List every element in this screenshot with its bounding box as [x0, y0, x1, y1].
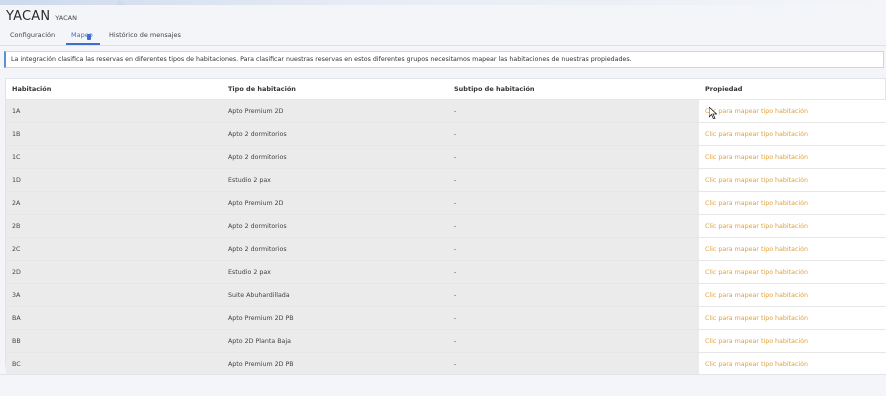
cell-property: Clic para mapear tipo habitación: [699, 237, 886, 261]
column-header-subtipo: Subtipo de habitación: [454, 85, 535, 93]
map-property-link[interactable]: Clic para mapear tipo habitación: [705, 292, 808, 299]
map-property-link[interactable]: Clic para mapear tipo habitación: [705, 131, 808, 138]
cell-property: Clic para mapear tipo habitación: [699, 329, 886, 353]
cell-room-subtype: -: [448, 168, 699, 192]
cell-room: 1B: [6, 122, 222, 146]
page-title-main: YACAN: [6, 9, 51, 24]
cell-room-subtype: -: [448, 99, 699, 123]
cell-room-type: Apto 2 dormitorios: [222, 214, 448, 238]
cell-room: 2C: [6, 237, 222, 261]
cell-room: BB: [6, 329, 222, 353]
table-row: 2B Apto 2 dormitorios - Clic para mapear ti…: [6, 214, 886, 238]
map-property-link[interactable]: Clic para mapear tipo habitación: [705, 315, 808, 322]
info-banner: La integración clasifica las reservas en…: [4, 51, 884, 68]
table-row: 1C Apto 2 dormitorios - Clic para mapear ti…: [6, 145, 886, 169]
top-banner: [0, 0, 886, 5]
cell-room-subtype: -: [448, 191, 699, 215]
cell-room-type: Apto 2D Planta Baja: [222, 329, 448, 353]
page-title-sub: YACAN: [55, 14, 77, 22]
cell-property: Clic para mapear tipo habitación: [699, 99, 886, 123]
cell-property: Clic para mapear tipo habitación: [699, 260, 886, 284]
cell-property: Clic para mapear tipo habitación: [699, 168, 886, 192]
tab-historico-mensajes[interactable]: Histórico de mensajes: [109, 31, 181, 39]
cell-room-subtype: -: [448, 329, 699, 353]
cell-room: BA: [6, 306, 222, 330]
cell-room: 2A: [6, 191, 222, 215]
cell-property: Clic para mapear tipo habitación: [699, 191, 886, 215]
cell-property: Clic para mapear tipo habitación: [699, 214, 886, 238]
column-header-tipo: Tipo de habitación: [228, 85, 296, 93]
cell-room-type: Apto 2 dormitorios: [222, 237, 448, 261]
cell-room-subtype: -: [448, 283, 699, 307]
table-row: 2D Estudio 2 pax - Clic para mapear tipo ha…: [6, 260, 886, 284]
cell-room-type: Apto Premium 2D: [222, 99, 448, 123]
cell-room-subtype: -: [448, 352, 699, 375]
mouse-pointer-icon: [709, 107, 717, 119]
table-row: 1A Apto Premium 2D - Clic para mapear tipo …: [6, 99, 886, 123]
cell-property: Clic para mapear tipo habitación: [699, 283, 886, 307]
cell-room-subtype: -: [448, 214, 699, 238]
cell-room-subtype: -: [448, 260, 699, 284]
column-header-propiedad: Propiedad: [705, 85, 743, 93]
map-property-link[interactable]: Clic para mapear tipo habitación: [705, 361, 808, 368]
table-row: BC Apto Premium 2D PB - Clic para mapear ti…: [6, 352, 886, 375]
table-row: BB Apto 2D Planta Baja - Clic para mapear t…: [6, 329, 886, 353]
cell-room: 3A: [6, 283, 222, 307]
table-row: BA Apto Premium 2D PB - Clic para mapear ti…: [6, 306, 886, 330]
cell-room: 2B: [6, 214, 222, 238]
column-header-habitacion: Habitación: [12, 85, 52, 93]
active-tab-indicator: [66, 43, 100, 45]
cell-room: BC: [6, 352, 222, 375]
table-header-row: Habitación Tipo de habitación Subtipo de…: [6, 79, 886, 100]
table-row: 1B Apto 2 dormitorios - Clic para mapear ti…: [6, 122, 886, 146]
footer-divider: [0, 374, 886, 375]
map-property-link[interactable]: Clic para mapear tipo habitación: [705, 200, 808, 207]
page-title: YACAN YACAN: [6, 9, 77, 24]
text-caret: [87, 34, 91, 40]
map-property-link[interactable]: Clic para mapear tipo habitación: [705, 108, 808, 115]
cell-property: Clic para mapear tipo habitación: [699, 145, 886, 169]
tab-bar: Configuración Mapeo Histórico de mensaje…: [0, 29, 886, 46]
table-row: 2C Apto 2 dormitorios - Clic para mapear ti…: [6, 237, 886, 261]
banner-arrow: [118, 0, 126, 5]
map-property-link[interactable]: Clic para mapear tipo habitación: [705, 246, 808, 253]
cell-property: Clic para mapear tipo habitación: [699, 306, 886, 330]
map-property-link[interactable]: Clic para mapear tipo habitación: [705, 269, 808, 276]
cell-room-subtype: -: [448, 306, 699, 330]
cell-property: Clic para mapear tipo habitación: [699, 352, 886, 375]
cell-room-type: Apto Premium 2D PB: [222, 306, 448, 330]
cell-room-subtype: -: [448, 122, 699, 146]
map-property-link[interactable]: Clic para mapear tipo habitación: [705, 154, 808, 161]
cell-room-type: Apto Premium 2D: [222, 191, 448, 215]
map-property-link[interactable]: Clic para mapear tipo habitación: [705, 223, 808, 230]
table-row: 3A Suite Abuhardillada - Clic para mapear t…: [6, 283, 886, 307]
cell-property: Clic para mapear tipo habitación: [699, 122, 886, 146]
cell-room-subtype: -: [448, 237, 699, 261]
tab-configuracion[interactable]: Configuración: [10, 31, 55, 39]
cell-room-type: Estudio 2 pax: [222, 260, 448, 284]
mapping-table: Habitación Tipo de habitación Subtipo de…: [6, 79, 886, 375]
mapping-panel: Habitación Tipo de habitación Subtipo de…: [5, 78, 886, 375]
cell-room: 1A: [6, 99, 222, 123]
table-row: 2A Apto Premium 2D - Clic para mapear tipo …: [6, 191, 886, 215]
map-property-link[interactable]: Clic para mapear tipo habitación: [705, 338, 808, 345]
cell-room-type: Apto Premium 2D PB: [222, 352, 448, 375]
map-property-link[interactable]: Clic para mapear tipo habitación: [705, 177, 808, 184]
cell-room: 1C: [6, 145, 222, 169]
cell-room: 2D: [6, 260, 222, 284]
cell-room: 1D: [6, 168, 222, 192]
cell-room-type: Estudio 2 pax: [222, 168, 448, 192]
cell-room-type: Apto 2 dormitorios: [222, 122, 448, 146]
cell-room-type: Suite Abuhardillada: [222, 283, 448, 307]
cell-room-type: Apto 2 dormitorios: [222, 145, 448, 169]
table-row: 1D Estudio 2 pax - Clic para mapear tipo ha…: [6, 168, 886, 192]
cell-room-subtype: -: [448, 145, 699, 169]
